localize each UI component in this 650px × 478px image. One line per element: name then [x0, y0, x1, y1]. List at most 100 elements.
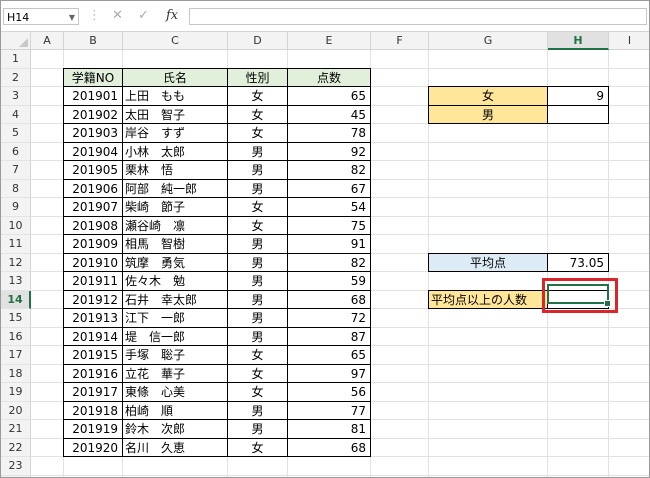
row-header-17[interactable]: 17	[1, 346, 31, 365]
table-cell[interactable]: 201920	[63, 437, 123, 457]
table-cell[interactable]: 石井 幸太郎	[122, 289, 228, 309]
female-label-cell[interactable]: 女	[428, 86, 548, 106]
table-cell[interactable]: 201911	[63, 271, 123, 291]
table-cell[interactable]: 81	[287, 419, 371, 439]
row-header-15[interactable]: 15	[1, 309, 31, 328]
table-cell[interactable]: 82	[287, 160, 371, 180]
table-cell[interactable]: 201904	[63, 141, 123, 161]
male-count-cell[interactable]	[547, 104, 609, 124]
table-cell[interactable]: 女	[227, 197, 288, 217]
table-cell[interactable]: 201907	[63, 197, 123, 217]
table-cell[interactable]: 男	[227, 160, 288, 180]
table-cell[interactable]: 65	[287, 86, 371, 106]
table-cell[interactable]: 女	[227, 86, 288, 106]
column-header-b[interactable]: B	[64, 32, 123, 50]
table-cell[interactable]: 97	[287, 363, 371, 383]
table-cell[interactable]: 72	[287, 308, 371, 328]
column-header-a[interactable]: A	[31, 32, 64, 50]
row-header-2[interactable]: 2	[1, 68, 31, 87]
table-cell[interactable]: 東條 心美	[122, 382, 228, 402]
row-header-7[interactable]: 7	[1, 161, 31, 180]
row-header-19[interactable]: 19	[1, 383, 31, 402]
table-cell[interactable]: 堤 信一郎	[122, 326, 228, 346]
table-cell[interactable]: 栗林 悟	[122, 160, 228, 180]
table-cell[interactable]: 男	[227, 271, 288, 291]
row-header-22[interactable]: 22	[1, 438, 31, 457]
table-cell[interactable]: 201918	[63, 400, 123, 420]
table-cell[interactable]: 201915	[63, 345, 123, 365]
table-cell[interactable]: 45	[287, 104, 371, 124]
column-header-h[interactable]: H	[548, 32, 609, 50]
table-cell[interactable]: 女	[227, 437, 288, 457]
table-cell[interactable]: 柴崎 節子	[122, 197, 228, 217]
row-header-6[interactable]: 6	[1, 142, 31, 161]
table-cell[interactable]: 201916	[63, 363, 123, 383]
table-cell[interactable]: 岸谷 すず	[122, 123, 228, 143]
table-cell[interactable]: 201906	[63, 178, 123, 198]
table-cell[interactable]: 201917	[63, 382, 123, 402]
table-header-cell[interactable]: 氏名	[122, 67, 228, 87]
active-cell-selection[interactable]	[547, 284, 609, 304]
table-cell[interactable]: 男	[227, 234, 288, 254]
table-cell[interactable]: 太田 智子	[122, 104, 228, 124]
row-header-16[interactable]: 16	[1, 327, 31, 346]
table-cell[interactable]: 201908	[63, 215, 123, 235]
table-cell[interactable]: 201901	[63, 86, 123, 106]
column-header-d[interactable]: D	[228, 32, 288, 50]
table-cell[interactable]: 87	[287, 326, 371, 346]
table-header-cell[interactable]: 性別	[227, 67, 288, 87]
table-cell[interactable]: 小林 太郎	[122, 141, 228, 161]
row-header-20[interactable]: 20	[1, 401, 31, 420]
table-cell[interactable]: 201905	[63, 160, 123, 180]
average-label-cell[interactable]: 平均点	[428, 252, 548, 272]
row-header-12[interactable]: 12	[1, 253, 31, 272]
table-cell[interactable]: 201919	[63, 419, 123, 439]
table-cell[interactable]: 78	[287, 123, 371, 143]
select-all-button[interactable]	[1, 32, 31, 50]
table-cell[interactable]: 手塚 聡子	[122, 345, 228, 365]
table-header-cell[interactable]: 学籍NO	[63, 67, 123, 87]
table-cell[interactable]: 男	[227, 289, 288, 309]
table-cell[interactable]: 男	[227, 326, 288, 346]
table-cell[interactable]: 201913	[63, 308, 123, 328]
table-cell[interactable]: 91	[287, 234, 371, 254]
row-header-5[interactable]: 5	[1, 124, 31, 143]
table-cell[interactable]: 75	[287, 215, 371, 235]
female-count-cell[interactable]: 9	[547, 86, 609, 106]
insert-function-icon[interactable]: fx	[166, 8, 178, 23]
row-header-11[interactable]: 11	[1, 235, 31, 254]
column-header-f[interactable]: F	[371, 32, 429, 50]
row-header-21[interactable]: 21	[1, 420, 31, 439]
average-value-cell[interactable]: 73.05	[547, 252, 609, 272]
table-cell[interactable]: 201909	[63, 234, 123, 254]
table-cell[interactable]: 201902	[63, 104, 123, 124]
table-cell[interactable]: 女	[227, 363, 288, 383]
table-cell[interactable]: 瀬谷崎 凛	[122, 215, 228, 235]
table-cell[interactable]: 201914	[63, 326, 123, 346]
table-cell[interactable]: 77	[287, 400, 371, 420]
table-cell[interactable]: 筑摩 勇気	[122, 252, 228, 272]
table-cell[interactable]: 名川 久恵	[122, 437, 228, 457]
row-header-3[interactable]: 3	[1, 87, 31, 106]
table-cell[interactable]: 201912	[63, 289, 123, 309]
name-box[interactable]: H14 ▼	[3, 8, 79, 25]
table-cell[interactable]: 女	[227, 123, 288, 143]
table-header-cell[interactable]: 点数	[287, 67, 371, 87]
table-cell[interactable]: 67	[287, 178, 371, 198]
row-header-8[interactable]: 8	[1, 179, 31, 198]
above-average-label-cell[interactable]: 平均点以上の人数	[428, 289, 548, 309]
chevron-down-icon[interactable]: ▼	[69, 9, 75, 26]
table-cell[interactable]: 59	[287, 271, 371, 291]
row-header-13[interactable]: 13	[1, 272, 31, 291]
row-header-10[interactable]: 10	[1, 216, 31, 235]
table-cell[interactable]: 68	[287, 437, 371, 457]
table-cell[interactable]: 女	[227, 104, 288, 124]
fill-handle[interactable]	[604, 300, 611, 307]
formula-input[interactable]	[189, 8, 647, 25]
table-cell[interactable]: 82	[287, 252, 371, 272]
row-header-18[interactable]: 18	[1, 364, 31, 383]
table-cell[interactable]: 56	[287, 382, 371, 402]
check-icon[interactable]: ✓	[138, 9, 149, 23]
column-header-i[interactable]: I	[609, 32, 649, 50]
table-cell[interactable]: 女	[227, 345, 288, 365]
